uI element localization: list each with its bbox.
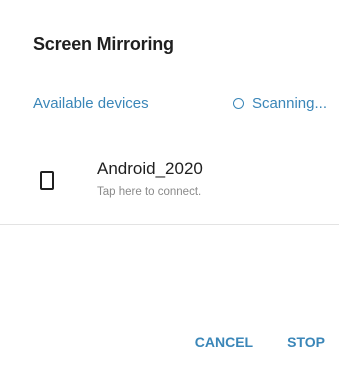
stop-button[interactable]: STOP bbox=[287, 334, 325, 350]
spinner-icon bbox=[232, 98, 244, 109]
phone-icon bbox=[40, 171, 54, 190]
device-connect-hint: Tap here to connect. bbox=[97, 186, 202, 198]
device-list-item[interactable]: Android_2020 Tap here to connect. bbox=[0, 150, 339, 218]
available-devices-label: Available devices bbox=[33, 95, 149, 112]
screen-mirroring-dialog: Screen Mirroring Available devices Scann… bbox=[0, 0, 339, 377]
available-devices-header: Available devices Scanning... bbox=[33, 95, 327, 117]
dialog-actions: CANCEL STOP bbox=[195, 334, 325, 350]
divider bbox=[0, 224, 339, 225]
device-name: Android_2020 bbox=[97, 159, 203, 178]
cancel-button[interactable]: CANCEL bbox=[195, 334, 253, 350]
scanning-status-text: Scanning... bbox=[251, 95, 327, 112]
dialog-title: Screen Mirroring bbox=[33, 34, 174, 54]
scanning-status: Scanning... bbox=[232, 95, 327, 112]
